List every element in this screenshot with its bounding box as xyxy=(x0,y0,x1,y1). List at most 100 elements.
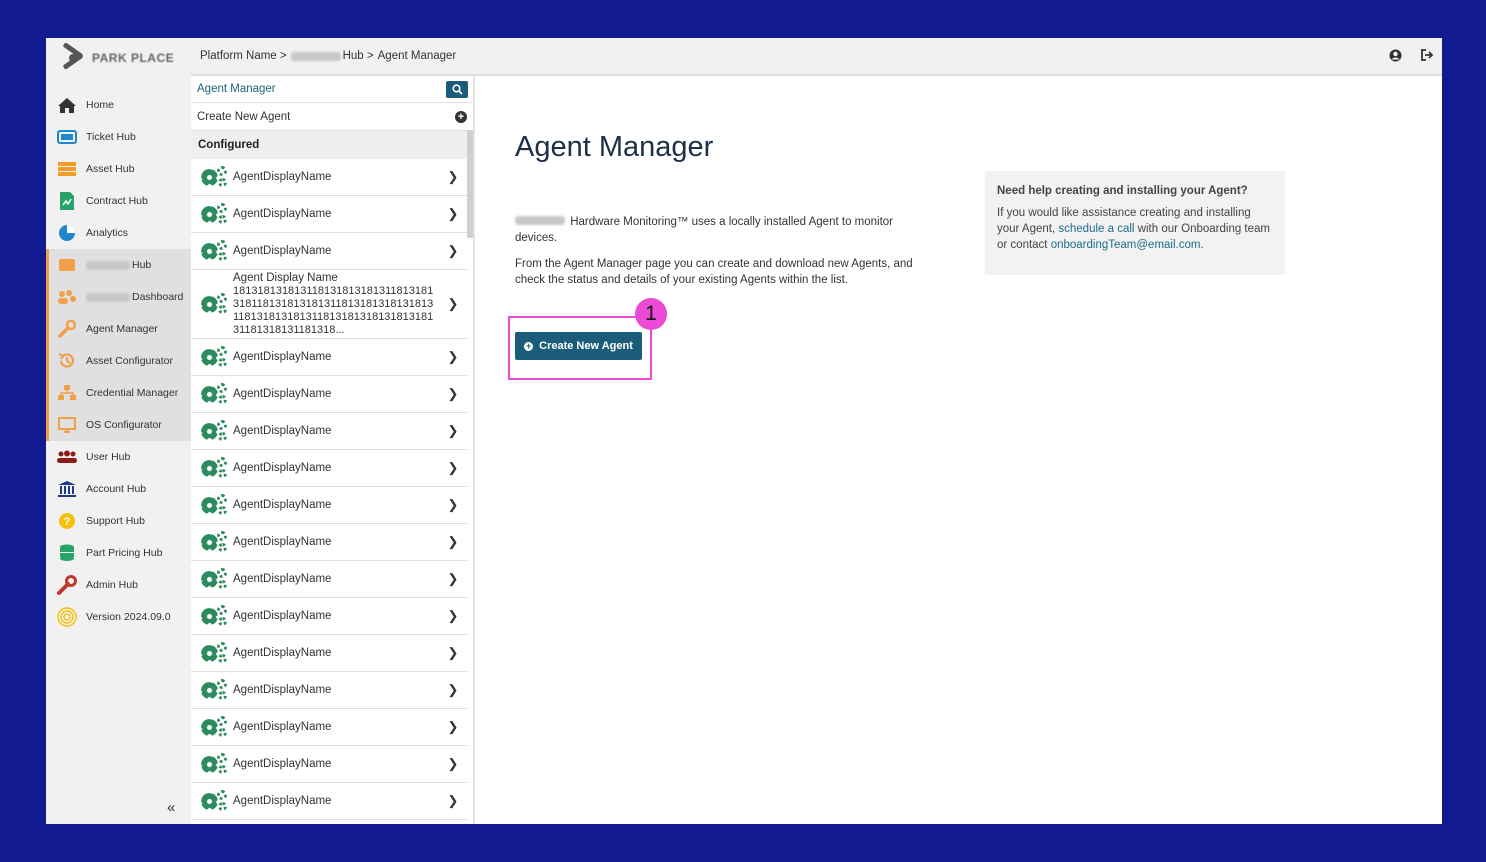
agent-name: AgentDisplayName xyxy=(233,536,445,549)
search-input[interactable] xyxy=(191,83,446,95)
search-button[interactable] xyxy=(446,80,468,98)
sidebar-item-asset-configurator[interactable]: Asset Configurator xyxy=(46,345,191,377)
chevron-right-icon[interactable]: ❯ xyxy=(445,386,461,402)
gears-icon xyxy=(201,642,229,664)
agent-name-text: AgentDisplayName xyxy=(233,757,332,770)
agent-list-item[interactable]: AgentDisplayName ❯ xyxy=(191,450,467,487)
dashboard-icon xyxy=(56,287,78,307)
agent-name: AgentDisplayName xyxy=(233,388,445,401)
user-profile-icon[interactable] xyxy=(1388,48,1402,62)
sidebar-item-ticket-hub[interactable]: Ticket Hub xyxy=(46,121,191,153)
agent-list-item[interactable]: AgentDisplayName ❯ xyxy=(191,709,467,746)
help-title: Need help creating and installing your A… xyxy=(997,185,1248,197)
chevron-right-icon[interactable]: ❯ xyxy=(445,682,461,698)
create-new-agent-item[interactable]: Create New Agent + xyxy=(191,103,473,131)
sidebar-item-home[interactable]: Home xyxy=(46,89,191,121)
chevron-right-icon[interactable]: ❯ xyxy=(445,460,461,476)
section-header-configured: Configured xyxy=(191,131,473,159)
agent-list-item[interactable]: Agent Display Name 1813181318131181318131… xyxy=(191,270,467,339)
agent-name-text: AgentDisplayName xyxy=(233,683,332,696)
agent-list-item[interactable]: AgentDisplayName ❯ xyxy=(191,376,467,413)
sidebar-item-dashboard[interactable]: Dashboard xyxy=(46,281,191,313)
agent-list-item[interactable]: AgentDisplayName ❯ xyxy=(191,783,467,820)
page-title: Agent Manager xyxy=(515,131,714,163)
sidebar-item-label: OS Configurator xyxy=(86,419,162,431)
app-window: PARK PLACE Home Ticket Hub Asset Hub Con… xyxy=(46,38,1442,824)
sidebar-item-agent-manager[interactable]: Agent Manager xyxy=(46,313,191,345)
list-scrollbar[interactable] xyxy=(467,130,473,238)
sidebar-item-credential-manager[interactable]: Credential Manager xyxy=(46,377,191,409)
agent-name-text: AgentDisplayName xyxy=(233,461,332,474)
sidebar-item-part-pricing-hub[interactable]: Part Pricing Hub xyxy=(46,537,191,569)
collapse-sidebar-icon[interactable]: « xyxy=(167,799,175,816)
agent-list-item[interactable]: AgentDisplayName ❯ xyxy=(191,635,467,672)
chevron-right-icon[interactable]: ❯ xyxy=(445,423,461,439)
chevron-right-icon[interactable]: ❯ xyxy=(445,243,461,259)
breadcrumb-root[interactable]: Platform Name > xyxy=(200,50,287,62)
agent-list-item[interactable]: AgentDisplayName ❯ xyxy=(191,196,467,233)
chevron-right-icon[interactable]: ❯ xyxy=(445,608,461,624)
agent-list-item[interactable]: AgentDisplayName ❯ xyxy=(191,233,467,270)
logout-icon[interactable] xyxy=(1420,48,1434,62)
sidebar-item-contract-hub[interactable]: Contract Hub xyxy=(46,185,191,217)
breadcrumb-hub[interactable]: Hub > xyxy=(343,50,374,62)
sidebar-item-analytics[interactable]: Analytics xyxy=(46,217,191,249)
sidebar-nav: Home Ticket Hub Asset Hub Contract Hub A… xyxy=(46,89,191,633)
agent-name: AgentDisplayName xyxy=(233,351,445,364)
plus-circle-icon[interactable]: + xyxy=(455,110,467,123)
sidebar-item-label: Home xyxy=(86,99,115,111)
chevron-right-icon[interactable]: ❯ xyxy=(445,756,461,772)
chevron-right-icon[interactable]: ❯ xyxy=(445,497,461,513)
agent-name: AgentDisplayName xyxy=(233,245,445,258)
agent-list-item[interactable]: AgentDisplayName ❯ xyxy=(191,524,467,561)
agent-name: AgentDisplayName xyxy=(233,573,445,586)
gears-icon xyxy=(201,203,229,225)
chevron-right-icon[interactable]: ❯ xyxy=(445,169,461,185)
logo-mark-icon xyxy=(60,42,86,71)
sidebar-item-admin-hub[interactable]: Admin Hub xyxy=(46,569,191,601)
agent-name-text: AgentDisplayName xyxy=(233,720,332,733)
chevron-right-icon[interactable]: ❯ xyxy=(445,571,461,587)
sidebar-item-os-configurator[interactable]: OS Configurator xyxy=(46,409,191,441)
sidebar-item-label: Ticket Hub xyxy=(86,131,136,143)
sidebar-item-user-hub[interactable]: User Hub xyxy=(46,441,191,473)
sidebar-item-support-hub[interactable]: ? Support Hub xyxy=(46,505,191,537)
agent-name: AgentDisplayName xyxy=(233,795,445,808)
agent-list-item[interactable]: AgentDisplayName ❯ xyxy=(191,413,467,450)
agent-name: AgentDisplayName xyxy=(233,499,445,512)
logo[interactable]: PARK PLACE xyxy=(60,42,178,72)
create-new-agent-button[interactable]: + Create New Agent xyxy=(515,332,642,360)
agent-list-item[interactable]: AgentDisplayName ❯ xyxy=(191,672,467,709)
agent-list-item[interactable]: AgentDisplayName ❯ xyxy=(191,561,467,598)
chevron-right-icon[interactable]: ❯ xyxy=(445,645,461,661)
agent-name-text: AgentDisplayName xyxy=(233,350,332,363)
chevron-right-icon[interactable]: ❯ xyxy=(445,793,461,809)
create-new-agent-label: Create New Agent xyxy=(197,110,291,123)
chevron-right-icon[interactable]: ❯ xyxy=(445,296,461,312)
agent-list: AgentDisplayName ❯ AgentDisplayName ❯ AgentD… xyxy=(191,159,473,820)
agent-name: AgentDisplayName xyxy=(233,208,445,221)
onboarding-email-link[interactable]: onboardingTeam@email.com xyxy=(1051,239,1201,251)
chevron-right-icon[interactable]: ❯ xyxy=(445,534,461,550)
chevron-right-icon[interactable]: ❯ xyxy=(445,349,461,365)
agent-name: AgentDisplayName xyxy=(233,171,445,184)
agent-list-item[interactable]: AgentDisplayName ❯ xyxy=(191,598,467,635)
sidebar-item-asset-hub[interactable]: Asset Hub xyxy=(46,153,191,185)
analytics-icon xyxy=(56,223,78,243)
sidebar-item-label: User Hub xyxy=(86,451,131,463)
schedule-call-link[interactable]: schedule a call xyxy=(1058,223,1134,235)
help-text-part: . xyxy=(1200,239,1204,251)
agent-name-text: AgentDisplayName xyxy=(233,646,332,659)
breadcrumb-current: Agent Manager xyxy=(377,50,457,62)
gears-icon xyxy=(201,568,229,590)
sidebar-item-hub[interactable]: Hub xyxy=(46,249,191,281)
agent-list-item[interactable]: AgentDisplayName ❯ xyxy=(191,339,467,376)
agent-name: AgentDisplayName xyxy=(233,647,445,660)
chevron-right-icon[interactable]: ❯ xyxy=(445,719,461,735)
agent-name: AgentDisplayName xyxy=(233,684,445,697)
sidebar-item-account-hub[interactable]: Account Hub xyxy=(46,473,191,505)
chevron-right-icon[interactable]: ❯ xyxy=(445,206,461,222)
agent-list-item[interactable]: AgentDisplayName ❯ xyxy=(191,746,467,783)
agent-list-item[interactable]: AgentDisplayName ❯ xyxy=(191,159,467,196)
agent-list-item[interactable]: AgentDisplayName ❯ xyxy=(191,487,467,524)
